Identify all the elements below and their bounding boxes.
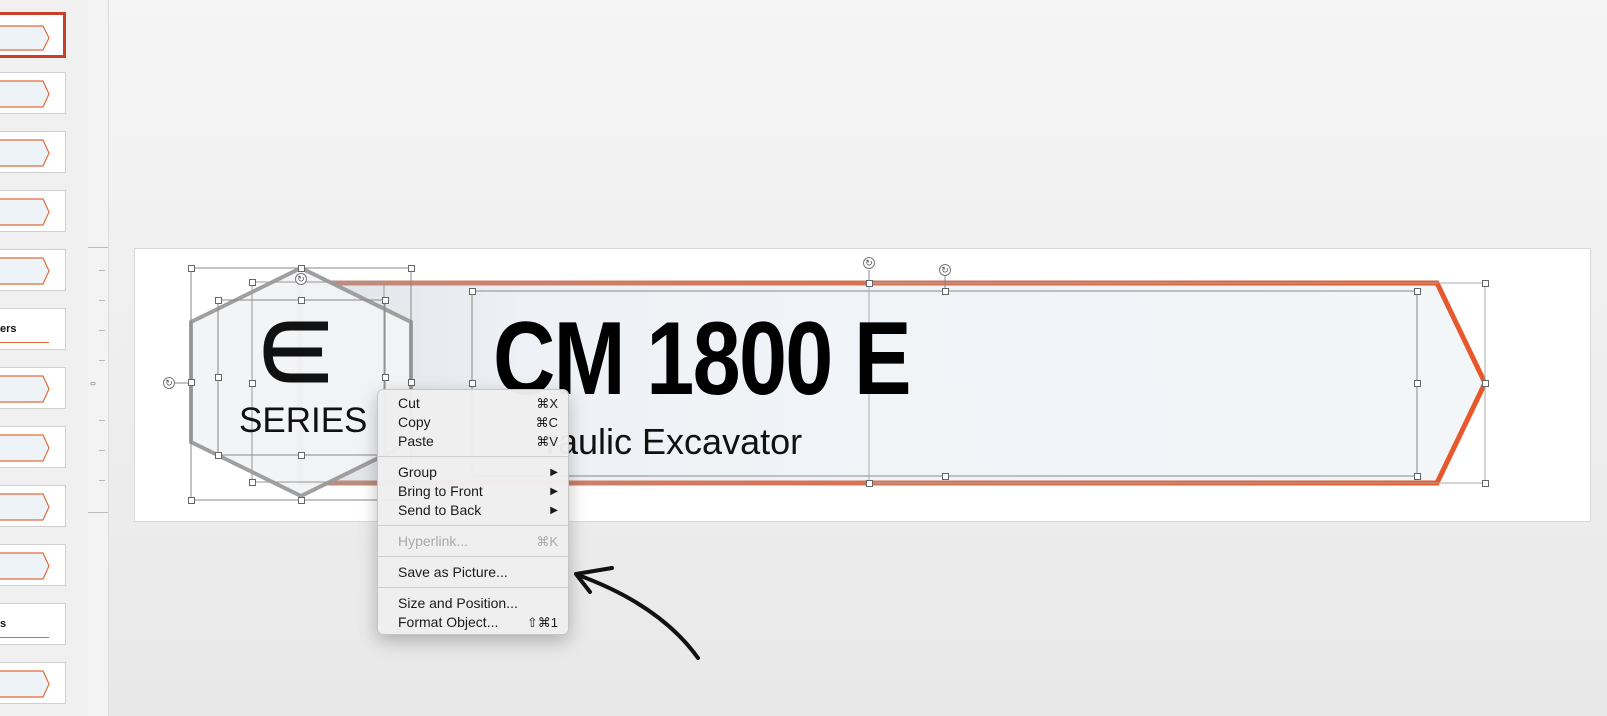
resize-handle[interactable] [1482, 480, 1489, 487]
resize-handle[interactable] [215, 452, 222, 459]
menu-item-label: Size and Position... [398, 595, 518, 611]
menu-item-format-object[interactable]: Format Object... ⇧⌘1 [378, 613, 568, 632]
resize-handle[interactable] [942, 288, 949, 295]
menu-item-cut[interactable]: Cut ⌘X [378, 394, 568, 413]
menu-item-paste[interactable]: Paste ⌘V [378, 432, 568, 451]
resize-handle[interactable] [382, 374, 389, 381]
resize-handle[interactable] [188, 497, 195, 504]
menu-item-shortcut: ⇧⌘1 [526, 615, 558, 630]
menu-item-save-as-picture[interactable]: Save as Picture... [378, 563, 568, 582]
resize-handle[interactable] [866, 280, 873, 287]
resize-handle[interactable] [1414, 473, 1421, 480]
resize-handle[interactable] [188, 379, 195, 386]
rotate-handle-icon[interactable]: ↻ [163, 377, 175, 389]
rotate-handle-icon[interactable]: ↻ [295, 273, 307, 285]
resize-handle[interactable] [469, 288, 476, 295]
resize-handle[interactable] [249, 279, 256, 286]
series-label: SERIES [239, 401, 368, 440]
resize-handle[interactable] [298, 297, 305, 304]
resize-handle[interactable] [1482, 380, 1489, 387]
resize-handle[interactable] [1414, 380, 1421, 387]
menu-separator [378, 525, 568, 526]
menu-separator [378, 587, 568, 588]
menu-item-label: Send to Back [398, 502, 482, 518]
menu-item-shortcut: ⌘K [536, 534, 558, 549]
resize-handle[interactable] [866, 480, 873, 487]
resize-handle[interactable] [298, 265, 305, 272]
resize-handle[interactable] [215, 374, 222, 381]
rotate-handle-icon[interactable]: ↻ [863, 257, 875, 269]
resize-handle[interactable] [408, 379, 415, 386]
resize-handle[interactable] [298, 452, 305, 459]
menu-item-copy[interactable]: Copy ⌘C [378, 413, 568, 432]
annotation-arrow-icon [574, 566, 700, 660]
context-menu: Cut ⌘X Copy ⌘C Paste ⌘V Group ▶ Bring to… [377, 389, 569, 635]
menu-item-shortcut: ⌘C [535, 415, 558, 430]
menu-item-bring-to-front[interactable]: Bring to Front ▶ [378, 482, 568, 501]
submenu-arrow-icon: ▶ [550, 467, 558, 478]
resize-handle[interactable] [469, 380, 476, 387]
submenu-arrow-icon: ▶ [550, 505, 558, 516]
menu-item-label: Format Object... [398, 614, 499, 630]
menu-item-label: Hyperlink... [398, 533, 469, 549]
menu-separator [378, 456, 568, 457]
resize-handle[interactable] [215, 297, 222, 304]
resize-handle[interactable] [1414, 288, 1421, 295]
resize-handle[interactable] [298, 497, 305, 504]
menu-item-label: Paste [398, 433, 434, 449]
menu-separator [378, 556, 568, 557]
submenu-arrow-icon: ▶ [550, 486, 558, 497]
menu-item-shortcut: ⌘X [536, 396, 558, 411]
e-logo-icon [263, 321, 328, 383]
menu-item-label: Bring to Front [398, 483, 483, 499]
menu-item-label: Copy [398, 414, 431, 430]
menu-item-shortcut: ⌘V [536, 434, 558, 449]
product-subtitle[interactable]: raulic Excavator [546, 424, 802, 460]
resize-handle[interactable] [188, 265, 195, 272]
e-series-logo [260, 318, 340, 391]
resize-handle[interactable] [249, 479, 256, 486]
menu-item-hyperlink: Hyperlink... ⌘K [378, 532, 568, 551]
resize-handle[interactable] [249, 380, 256, 387]
resize-handle[interactable] [408, 265, 415, 272]
menu-item-send-to-back[interactable]: Send to Back ▶ [378, 501, 568, 520]
menu-item-label: Group [398, 464, 437, 480]
resize-handle[interactable] [1482, 280, 1489, 287]
menu-item-size-and-position[interactable]: Size and Position... [378, 594, 568, 613]
menu-item-label: Save as Picture... [398, 564, 508, 580]
menu-item-group[interactable]: Group ▶ [378, 463, 568, 482]
resize-handle[interactable] [942, 473, 949, 480]
menu-item-label: Cut [398, 395, 420, 411]
rotate-handle-icon[interactable]: ↻ [939, 264, 951, 276]
resize-handle[interactable] [382, 297, 389, 304]
